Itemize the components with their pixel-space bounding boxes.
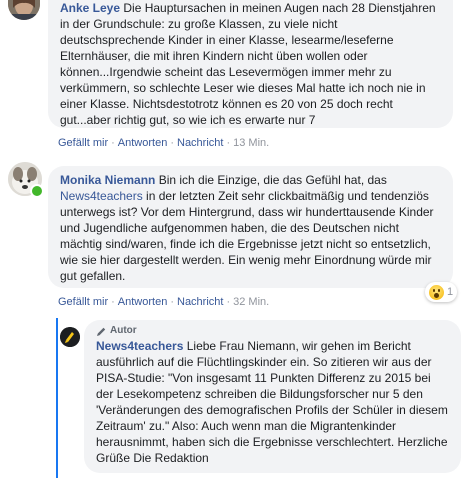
- author-badge: Autor: [96, 324, 449, 338]
- separator: ·: [111, 137, 115, 149]
- separator: ·: [170, 296, 174, 308]
- reply-bubble: Autor News4teachers Liebe Frau Niemann, …: [84, 320, 461, 473]
- separator: ·: [111, 296, 115, 308]
- comment-bubble: Anke Leye Die Hauptursachen in meinen Au…: [48, 0, 453, 128]
- comment-actions: Gefällt mir · Antworten · Nachricht · 13 Min.: [58, 137, 269, 149]
- reaction-summary[interactable]: 1: [425, 282, 458, 302]
- avatar[interactable]: [60, 327, 80, 347]
- message-button[interactable]: Nachricht: [177, 137, 223, 149]
- comment-actions: Gefällt mir · Antworten · Nachricht · 32 Min.: [58, 296, 269, 308]
- reaction-count: 1: [447, 286, 454, 298]
- separator: ·: [170, 137, 174, 149]
- pencil-icon: [97, 327, 106, 336]
- timestamp[interactable]: 32 Min.: [233, 296, 269, 308]
- separator: ·: [226, 137, 231, 149]
- comment-text: Liebe Frau Niemann, wir gehen im Bericht…: [96, 339, 448, 465]
- reply-thread-line: [56, 318, 58, 478]
- comment-author[interactable]: Monika Niemann: [60, 173, 155, 187]
- avatar[interactable]: [8, 0, 40, 20]
- comment-author[interactable]: Anke Leye: [60, 1, 120, 15]
- like-button[interactable]: Gefällt mir: [58, 296, 108, 308]
- comment-bubble: Monika Niemann Bin ich die Einzige, die …: [48, 166, 453, 288]
- comment-text: Bin ich die Einzige, die das Gefühl hat,…: [155, 173, 387, 187]
- comment-text: in der letzten Zeit sehr clickbaitmäßig …: [60, 189, 434, 283]
- online-status-icon: [30, 184, 44, 198]
- page-mention-link[interactable]: News4teachers: [60, 189, 143, 203]
- wow-reaction-icon: [429, 284, 444, 300]
- like-button[interactable]: Gefällt mir: [58, 137, 108, 149]
- reply-button[interactable]: Antworten: [118, 137, 168, 149]
- comment-text: Die Hauptursachen in meinen Augen nach 2…: [60, 1, 436, 127]
- reply-button[interactable]: Antworten: [118, 296, 168, 308]
- message-button[interactable]: Nachricht: [177, 296, 223, 308]
- timestamp[interactable]: 13 Min.: [233, 137, 269, 149]
- comment-author[interactable]: News4teachers: [96, 339, 183, 353]
- author-badge-label: Autor: [110, 325, 137, 336]
- separator: ·: [226, 296, 231, 308]
